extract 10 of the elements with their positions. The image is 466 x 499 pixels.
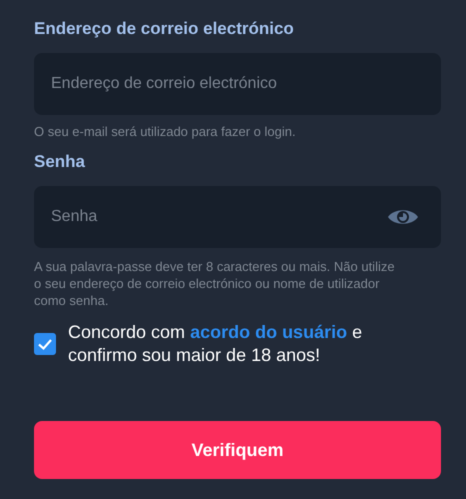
verify-button[interactable]: Verifiquem <box>34 421 441 479</box>
field-label: Endereço de correio electrónico <box>34 19 295 40</box>
field-hint: A sua palavra-passe deve ter 8 caracteres ou mais. Não utilize o seu endereço de correio electrónico ou nome de utilizador como senha. <box>34 258 396 309</box>
agreement-checkbox[interactable] <box>34 333 56 355</box>
user-agreement-link[interactable]: acordo do usuário <box>190 322 348 342</box>
agreement-text: Concordo com acordo do usuário e confirmo sou maior de 18 anos! <box>68 321 364 367</box>
field-label: Senha <box>34 152 86 173</box>
password-field[interactable]: Senha <box>34 186 441 248</box>
field-hint: O seu e-mail será utilizado para fazer o login. <box>34 123 297 140</box>
email-field[interactable]: Endereço de correio electrónico <box>34 53 441 115</box>
